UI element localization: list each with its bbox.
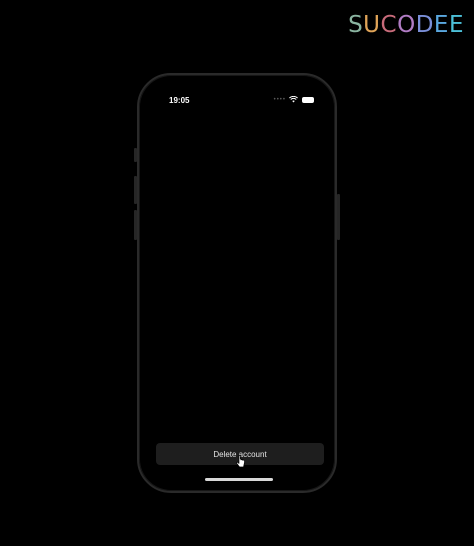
signal-dots-icon: •••• <box>273 97 286 103</box>
status-time: 19:05 <box>169 96 190 105</box>
brand-logo: S U C O D E E <box>348 12 464 38</box>
home-indicator[interactable] <box>205 478 273 481</box>
brand-letter: S <box>348 12 364 38</box>
wifi-icon <box>289 96 298 103</box>
brand-letter: E <box>433 12 449 38</box>
pointer-cursor-icon <box>236 455 245 468</box>
battery-icon <box>302 97 314 103</box>
phone-frame: 19:05 •••• Delete account <box>137 73 337 493</box>
brand-letter: E <box>448 12 464 38</box>
brand-letter: O <box>397 12 416 38</box>
phone-screen: 19:05 •••• Delete account <box>143 79 331 487</box>
brand-letter: U <box>363 12 381 38</box>
brand-letter: D <box>415 12 434 38</box>
stage: S U C O D E E 19:05 •••• Delete account <box>0 0 474 546</box>
brand-letter: C <box>380 12 398 38</box>
power-button[interactable] <box>337 194 340 240</box>
